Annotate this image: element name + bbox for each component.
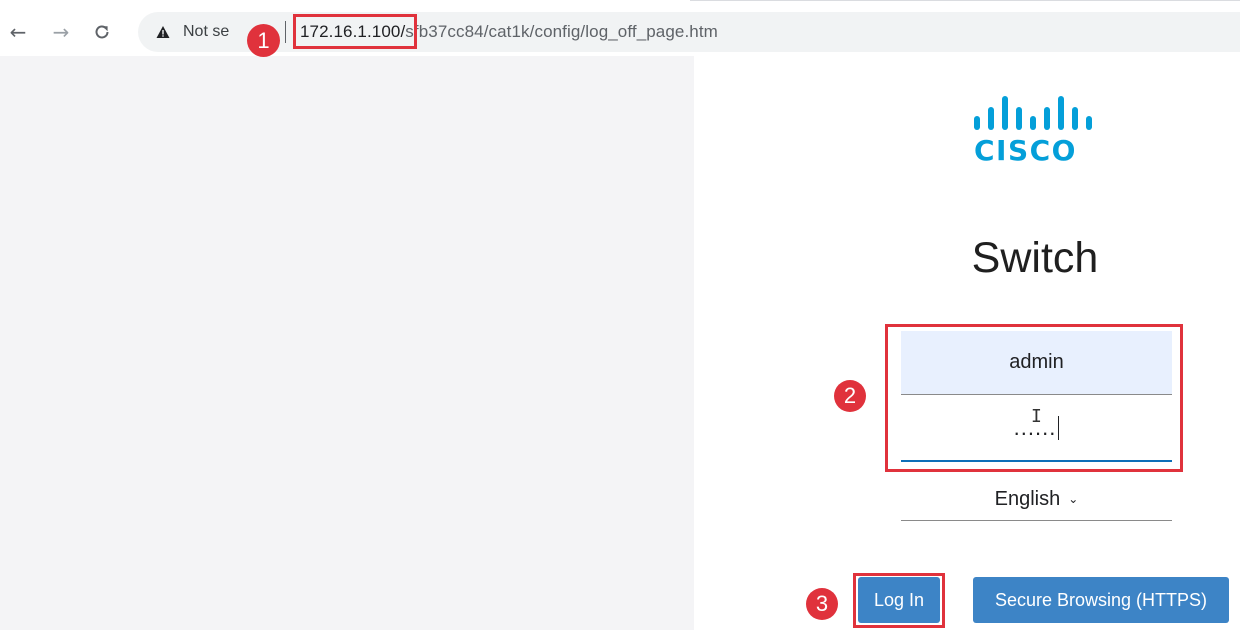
login-highlight-box	[853, 573, 945, 628]
background-pane	[0, 56, 694, 630]
url-highlight-box	[293, 14, 417, 49]
forward-arrow-icon[interactable]: →	[49, 20, 73, 44]
reload-icon[interactable]	[90, 20, 114, 44]
step-badge-3: 3	[806, 588, 838, 620]
secure-browsing-button[interactable]: Secure Browsing (HTTPS)	[973, 577, 1229, 623]
back-arrow-icon[interactable]: ←	[6, 20, 30, 44]
tab-strip-edge	[690, 0, 1240, 1]
language-select[interactable]: English ⌄	[901, 478, 1172, 521]
browser-toolbar: ← → Not se 172.16.1.100/sfb37cc84/cat1k/…	[0, 8, 1240, 56]
language-value: English	[994, 487, 1061, 510]
chevron-down-icon: ⌄	[1068, 492, 1079, 506]
security-status[interactable]: Not se	[183, 23, 229, 41]
omnibox-separator	[285, 21, 286, 43]
url-path: sfb37cc84/cat1k/config/log_off_page.htm	[405, 22, 718, 41]
step-badge-1: 1	[247, 24, 280, 57]
credentials-highlight-box	[885, 324, 1183, 472]
page-title: Switch	[971, 234, 1099, 282]
cisco-logo-text: CISCO	[974, 134, 1077, 167]
step-badge-2: 2	[834, 380, 866, 412]
warning-icon	[156, 26, 170, 38]
